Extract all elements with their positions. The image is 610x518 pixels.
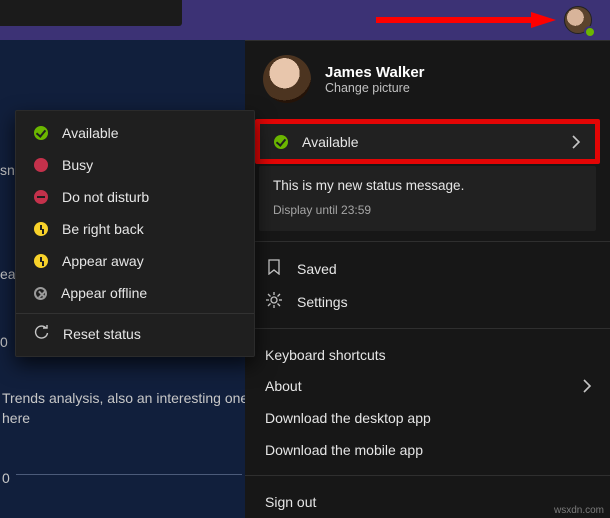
chevron-right-icon <box>571 135 581 149</box>
status-option-away[interactable]: Appear away <box>16 245 254 277</box>
watermark: wsxdn.com <box>554 505 604 516</box>
pointer-arrow <box>376 12 556 28</box>
brb-icon <box>34 222 48 236</box>
busy-icon <box>34 158 48 172</box>
status-option-available[interactable]: Available <box>16 117 254 149</box>
menu-download-mobile[interactable]: Download the mobile app <box>245 434 610 466</box>
chart-axis-line <box>16 474 242 475</box>
status-label: Available <box>302 134 359 150</box>
menu-label: Settings <box>297 294 348 310</box>
status-option-label: Reset status <box>63 326 141 342</box>
menu-label: Keyboard shortcuts <box>265 347 386 363</box>
menu-settings[interactable]: Settings <box>245 285 610 318</box>
menu-label: Download the desktop app <box>265 410 431 426</box>
offline-icon <box>34 287 47 300</box>
status-message-text: This is my new status message. <box>273 178 582 193</box>
status-submenu: Available Busy Do not disturb Be right b… <box>15 110 255 357</box>
bg-text: Trends analysis, also an interesting one <box>2 388 248 409</box>
status-option-label: Appear offline <box>61 285 147 301</box>
title-bar <box>0 0 610 40</box>
menu-saved[interactable]: Saved <box>245 252 610 285</box>
profile-avatar[interactable] <box>564 6 594 36</box>
menu-download-desktop[interactable]: Download the desktop app <box>245 402 610 434</box>
status-option-label: Be right back <box>62 221 144 237</box>
status-option-label: Available <box>62 125 119 141</box>
available-icon <box>274 135 288 149</box>
menu-about[interactable]: About <box>245 371 610 403</box>
status-option-label: Busy <box>62 157 93 173</box>
profile-flyout: James Walker Change picture Available Th… <box>245 40 610 518</box>
dnd-icon <box>34 190 48 204</box>
separator <box>245 475 610 476</box>
chevron-right-icon <box>582 379 592 393</box>
bg-text: here <box>2 408 30 429</box>
bg-text: ea <box>0 264 16 285</box>
status-option-label: Appear away <box>62 253 144 269</box>
status-option-label: Do not disturb <box>62 189 149 205</box>
bg-text: 0 <box>0 332 8 353</box>
menu-label: Saved <box>297 261 337 277</box>
change-picture-link[interactable]: Change picture <box>325 81 425 95</box>
presence-dot <box>584 26 596 38</box>
separator <box>245 328 610 329</box>
status-option-reset[interactable]: Reset status <box>16 318 254 350</box>
gear-icon <box>265 292 283 311</box>
separator <box>16 313 254 314</box>
away-icon <box>34 254 48 268</box>
status-option-brb[interactable]: Be right back <box>16 213 254 245</box>
bg-text: sn <box>0 160 15 181</box>
status-selector[interactable]: Available <box>255 119 600 164</box>
profile-header: James Walker Change picture <box>245 41 610 107</box>
status-option-dnd[interactable]: Do not disturb <box>16 181 254 213</box>
status-option-busy[interactable]: Busy <box>16 149 254 181</box>
menu-label: About <box>265 378 302 394</box>
bookmark-icon <box>265 259 283 278</box>
menu-keyboard-shortcuts[interactable]: Keyboard shortcuts <box>245 339 610 371</box>
menu-label: Sign out <box>265 494 316 510</box>
bg-text: 0 <box>2 468 10 489</box>
reset-icon <box>34 325 49 343</box>
avatar-image-large[interactable] <box>263 55 311 103</box>
available-icon <box>34 126 48 140</box>
menu-label: Download the mobile app <box>265 442 423 458</box>
profile-name: James Walker <box>325 64 425 81</box>
status-message-until: Display until 23:59 <box>273 203 582 217</box>
status-message-box[interactable]: This is my new status message. Display u… <box>259 166 596 231</box>
search-area[interactable] <box>0 0 182 26</box>
status-option-offline[interactable]: Appear offline <box>16 277 254 309</box>
separator <box>245 241 610 242</box>
